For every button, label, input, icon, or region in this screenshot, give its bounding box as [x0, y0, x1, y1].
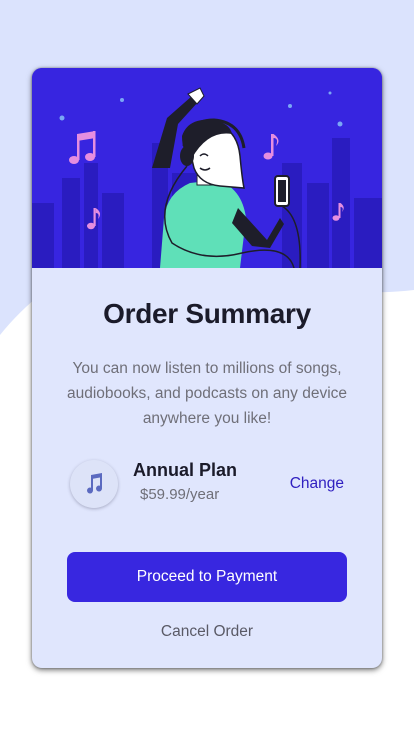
plan-row: Annual Plan $59.99/year Change — [70, 460, 350, 510]
plan-name: Annual Plan — [133, 460, 238, 480]
order-summary-card: Order Summary You can now listen to mill… — [32, 68, 382, 668]
order-description: You can now listen to millions of songs,… — [66, 360, 348, 427]
plan-price: $59.99/year — [140, 486, 220, 503]
proceed-to-payment-button[interactable]: Proceed to Payment — [67, 552, 347, 602]
page-title: Order Summary — [103, 298, 311, 329]
music-note-icon — [70, 460, 118, 508]
hero-illustration — [32, 68, 382, 268]
change-plan-link[interactable]: Change — [290, 475, 344, 493]
cancel-order-button[interactable]: Cancel Order — [32, 623, 382, 641]
